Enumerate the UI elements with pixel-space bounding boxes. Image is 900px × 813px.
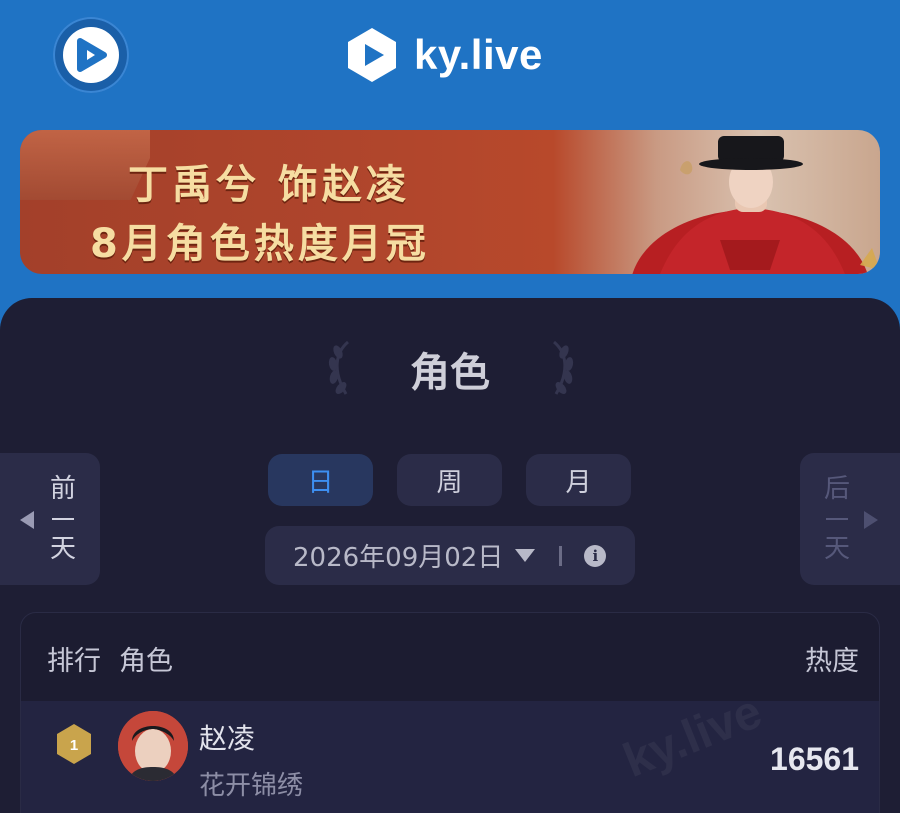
date-value: 2026年09月02日	[293, 543, 504, 573]
previous-day-dash	[51, 518, 74, 520]
brand-logo-icon	[348, 28, 396, 82]
next-day-button[interactable]: 后 天	[800, 453, 900, 585]
tab-day[interactable]: 日	[268, 454, 373, 506]
watermark: ky.live	[616, 685, 769, 788]
tab-week[interactable]: 周	[397, 454, 502, 506]
heat-value: 16561	[770, 741, 859, 777]
home-button[interactable]	[53, 17, 129, 93]
rank-badge-gold-icon: 1	[57, 724, 91, 764]
date-picker[interactable]: 2026年09月02日 i	[265, 526, 635, 585]
tab-month[interactable]: 月	[526, 454, 631, 506]
top-bar: ky.live	[0, 0, 900, 110]
header-rank: 排行	[47, 646, 101, 677]
divider	[559, 545, 563, 566]
previous-day-label-bottom: 天	[49, 534, 76, 564]
brand-name: ky.live	[414, 31, 543, 78]
brand: ky.live	[344, 22, 543, 88]
play-logo-icon	[63, 27, 119, 83]
section-title: 角色	[410, 350, 490, 396]
info-icon[interactable]: i	[584, 544, 607, 567]
banner-subheadline: 8月角色热度月冠	[90, 221, 430, 267]
table-row[interactable]: ky.live 1 赵凌 花开锦绣 16561	[21, 685, 879, 813]
previous-day-label-top: 前	[49, 474, 76, 504]
header-heat: 热度	[805, 646, 859, 677]
previous-day-button[interactable]: 前 天	[0, 453, 100, 585]
table-header: 排行 角色 热度	[21, 613, 879, 699]
drama-title[interactable]: 花开锦绣	[199, 765, 303, 802]
role-name[interactable]: 赵凌	[199, 717, 255, 757]
avatar[interactable]	[118, 711, 188, 781]
svg-text:1: 1	[70, 737, 78, 754]
arrow-right-icon	[864, 511, 878, 529]
header-role: 角色	[119, 646, 173, 677]
app-page: ky.live 丁禹兮 饰赵凌 8月角色热度月冠 角色 前 天 后 天 日 周 …	[0, 0, 900, 813]
next-day-label-top: 后	[823, 474, 850, 504]
arrow-left-icon	[20, 511, 34, 529]
ranking-table: 排行 角色 热度 ky.live 1 赵凌 花开锦绣 16561	[20, 612, 880, 813]
caret-down-icon[interactable]	[515, 549, 536, 562]
banner-actor-image	[632, 136, 880, 274]
banner-headline: 丁禹兮 饰赵凌	[128, 162, 410, 208]
next-day-dash	[825, 518, 848, 520]
next-day-label-bottom: 天	[823, 534, 850, 564]
